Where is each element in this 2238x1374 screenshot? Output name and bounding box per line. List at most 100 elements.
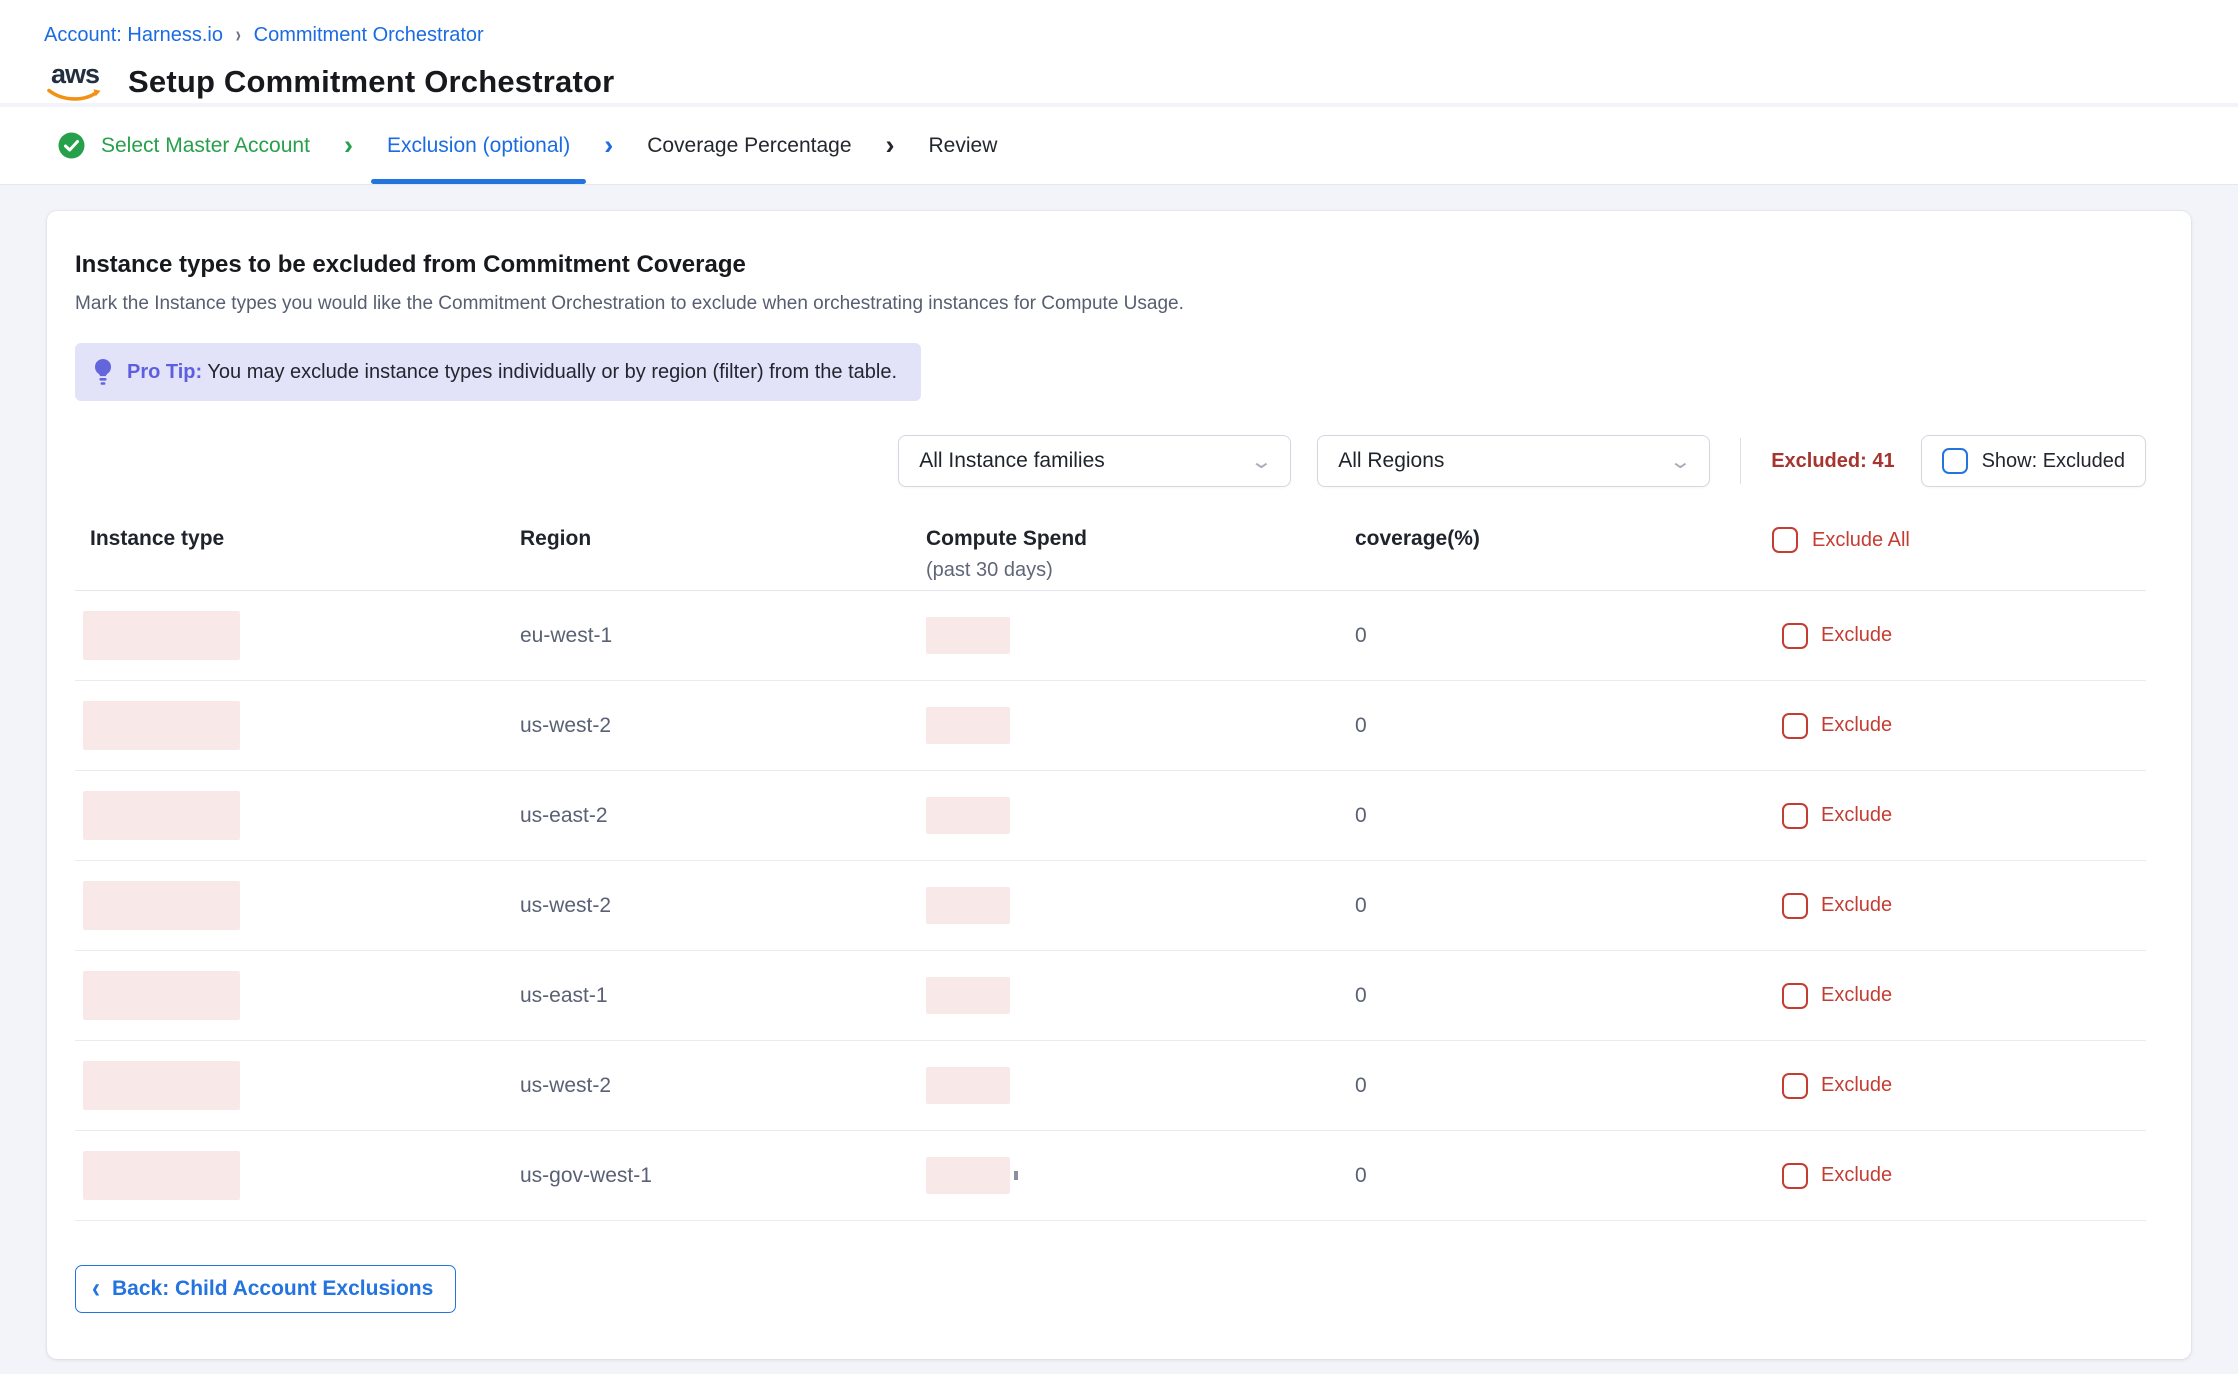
step-label: Review	[929, 134, 998, 158]
step-label: Coverage Percentage	[647, 134, 851, 158]
breadcrumb-page-link[interactable]: Commitment Orchestrator	[254, 24, 484, 47]
lightbulb-icon	[93, 358, 113, 386]
table-row: us-east-2 0 Exclude	[75, 771, 2146, 861]
step-label: Exclusion (optional)	[387, 134, 570, 158]
table-header-row: Instance type Region Compute Spend (past…	[75, 527, 2146, 591]
step-coverage-percentage[interactable]: Coverage Percentage	[647, 107, 851, 184]
main-content: Instance types to be excluded from Commi…	[0, 185, 2238, 1359]
breadcrumb-account-link[interactable]: Account: Harness.io	[44, 24, 223, 47]
redacted-compute-spend	[926, 797, 1010, 834]
back-button-label: Back: Child Account Exclusions	[112, 1277, 433, 1301]
exclude-checkbox[interactable]	[1782, 1073, 1808, 1099]
regions-dropdown[interactable]: All Regions ⌄	[1317, 435, 1710, 487]
redacted-instance-type	[83, 1061, 240, 1110]
coverage-cell: 0	[1348, 894, 1772, 918]
exclusion-panel: Instance types to be excluded from Commi…	[47, 211, 2191, 1359]
redacted-instance-type	[83, 971, 240, 1020]
step-exclusion[interactable]: Exclusion (optional)	[387, 107, 570, 184]
region-cell: us-west-2	[512, 1074, 926, 1098]
region-cell: us-east-1	[512, 984, 926, 1008]
vertical-divider	[1740, 438, 1741, 484]
exclude-label: Exclude	[1821, 1164, 1892, 1187]
coverage-cell: 0	[1348, 624, 1772, 648]
region-cell: eu-west-1	[512, 624, 926, 648]
header-compute-spend: Compute Spend (past 30 days)	[926, 527, 1348, 582]
page-title: Setup Commitment Orchestrator	[128, 64, 614, 100]
exclude-checkbox[interactable]	[1782, 893, 1808, 919]
regions-value: All Regions	[1338, 449, 1444, 473]
table-row: eu-west-1 0 Exclude	[75, 591, 2146, 681]
table-body: eu-west-1 0 Exclude us-west-2 0 Exclude …	[75, 591, 2146, 1221]
exclude-label: Exclude	[1821, 804, 1892, 827]
stepper: Select Master Account › Exclusion (optio…	[0, 107, 2238, 185]
instance-families-value: All Instance families	[919, 449, 1105, 473]
redacted-instance-type	[83, 701, 240, 750]
table-row: us-west-2 0 Exclude	[75, 681, 2146, 771]
region-cell: us-gov-west-1	[512, 1164, 926, 1188]
exclude-label: Exclude	[1821, 624, 1892, 647]
filter-row: All Instance families ⌄ All Regions ⌄ Ex…	[75, 435, 2146, 487]
chevron-right-icon: ›	[886, 107, 895, 184]
show-excluded-label: Show: Excluded	[1982, 450, 2125, 473]
redacted-compute-spend	[926, 617, 1010, 654]
exclude-checkbox[interactable]	[1782, 713, 1808, 739]
coverage-cell: 0	[1348, 1164, 1772, 1188]
redaction-remnant	[1014, 1171, 1018, 1180]
header-instance-type: Instance type	[75, 527, 512, 551]
chevron-right-icon: ›	[604, 107, 613, 184]
page-header: Account: Harness.io › Commitment Orchest…	[0, 0, 2238, 103]
region-cell: us-west-2	[512, 894, 926, 918]
exclude-label: Exclude	[1821, 714, 1892, 737]
exclude-label: Exclude	[1821, 1074, 1892, 1097]
pro-tip-label: Pro Tip:	[127, 361, 202, 383]
redacted-compute-spend	[926, 1067, 1010, 1104]
redacted-compute-spend	[926, 977, 1010, 1014]
chevron-down-icon: ⌄	[1250, 449, 1273, 474]
step-review[interactable]: Review	[929, 107, 998, 184]
exclude-checkbox[interactable]	[1782, 983, 1808, 1009]
show-excluded-checkbox[interactable]	[1942, 448, 1968, 474]
chevron-right-icon: ›	[344, 107, 353, 184]
show-excluded-toggle[interactable]: Show: Excluded	[1921, 435, 2146, 487]
coverage-cell: 0	[1348, 1074, 1772, 1098]
pro-tip-banner: Pro Tip: You may exclude instance types …	[75, 343, 921, 401]
redacted-instance-type	[83, 791, 240, 840]
header-coverage: coverage(%)	[1348, 527, 1772, 551]
exclude-checkbox[interactable]	[1782, 803, 1808, 829]
instance-families-dropdown[interactable]: All Instance families ⌄	[898, 435, 1291, 487]
header-compute-spend-sub: (past 30 days)	[926, 559, 1348, 582]
breadcrumb-separator-icon: ›	[236, 22, 241, 48]
table-row: us-east-1 0 Exclude	[75, 951, 2146, 1041]
table-row: us-west-2 0 Exclude	[75, 1041, 2146, 1131]
redacted-compute-spend	[926, 887, 1010, 924]
redacted-instance-type	[83, 1151, 240, 1200]
step-select-master-account[interactable]: Select Master Account	[58, 107, 310, 184]
breadcrumb: Account: Harness.io › Commitment Orchest…	[44, 24, 2238, 47]
region-cell: us-east-2	[512, 804, 926, 828]
panel-heading: Instance types to be excluded from Commi…	[75, 251, 2146, 279]
table-row: us-west-2 0 Exclude	[75, 861, 2146, 951]
aws-logo-icon: aws	[44, 61, 106, 103]
region-cell: us-west-2	[512, 714, 926, 738]
panel-subheading: Mark the Instance types you would like t…	[75, 293, 2146, 315]
exclude-all-label: Exclude All	[1812, 529, 1910, 552]
redacted-compute-spend	[926, 1157, 1010, 1194]
redacted-instance-type	[83, 881, 240, 930]
chevron-down-icon: ⌄	[1669, 449, 1692, 474]
exclude-checkbox[interactable]	[1782, 623, 1808, 649]
coverage-cell: 0	[1348, 984, 1772, 1008]
redacted-compute-spend	[926, 707, 1010, 744]
exclude-all-checkbox[interactable]	[1772, 527, 1798, 553]
header-exclude-all: Exclude All	[1772, 527, 2146, 553]
exclusion-table: Instance type Region Compute Spend (past…	[75, 527, 2146, 1221]
check-circle-icon	[58, 132, 85, 159]
exclude-checkbox[interactable]	[1782, 1163, 1808, 1189]
coverage-cell: 0	[1348, 804, 1772, 828]
exclude-label: Exclude	[1821, 894, 1892, 917]
coverage-cell: 0	[1348, 714, 1772, 738]
pro-tip-text: You may exclude instance types individua…	[207, 361, 897, 383]
exclude-label: Exclude	[1821, 984, 1892, 1007]
back-button[interactable]: ‹ Back: Child Account Exclusions	[75, 1265, 456, 1313]
step-label: Select Master Account	[101, 134, 310, 158]
chevron-left-icon: ‹	[92, 1275, 100, 1304]
